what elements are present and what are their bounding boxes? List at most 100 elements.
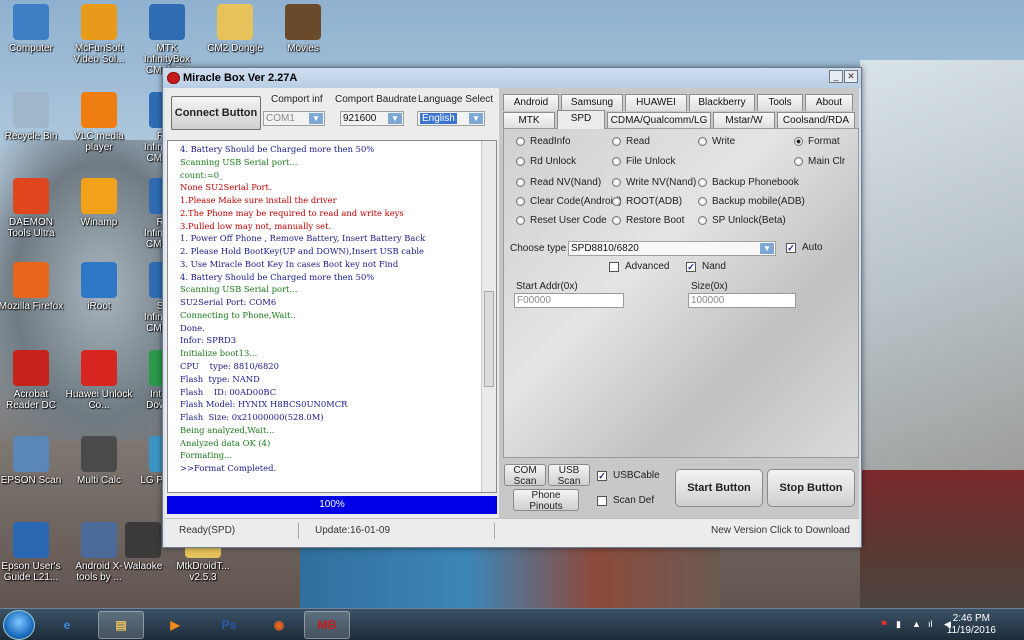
size-input[interactable]: 100000 <box>688 293 796 308</box>
close-button[interactable]: ✕ <box>844 70 858 83</box>
radio-backup-mobile-adb-[interactable]: Backup mobile(ADB) <box>698 196 805 207</box>
comport-select[interactable]: COM1 ▼ <box>263 111 325 126</box>
nand-checkbox[interactable]: ✓ Nand <box>686 261 726 272</box>
scroll-thumb[interactable] <box>484 291 494 387</box>
radio-read[interactable]: Read <box>612 136 650 147</box>
desktop-icon[interactable]: Mozilla Firefox <box>0 262 65 312</box>
tab-samsung[interactable]: Samsung <box>561 94 623 111</box>
start-button-windows-icon[interactable] <box>3 610 35 640</box>
signal-icon[interactable]: ıl <box>928 619 938 629</box>
baudrate-select[interactable]: 921600 ▼ <box>340 111 404 126</box>
flag-icon[interactable]: ⚑ <box>880 619 890 629</box>
ie-icon[interactable]: e <box>44 611 90 639</box>
phone-pinouts-button[interactable]: Phone Pinouts <box>513 489 579 512</box>
radio-label: Read NV(Nand) <box>530 177 602 188</box>
up-arrow-icon[interactable]: ▲ <box>912 619 922 629</box>
desktop-icon-label: DAEMON Tools Ultra <box>7 217 55 239</box>
desktop-icon[interactable]: VLC media player <box>65 92 133 153</box>
choose-type-select[interactable]: SPD8810/6820 ▼ <box>568 241 776 256</box>
start-button[interactable]: Start Button <box>675 469 763 507</box>
radio-format[interactable]: Format <box>794 136 840 147</box>
log-scrollbar[interactable] <box>481 141 496 492</box>
desktop-icon[interactable]: Acrobat Reader DC <box>0 350 65 411</box>
tab-about[interactable]: About <box>805 94 853 111</box>
desktop-icon[interactable]: MTK InfinityBox CM2MTK <box>133 4 201 76</box>
daemon-tools-icon <box>13 178 49 214</box>
checkbox-empty-icon <box>597 495 607 506</box>
radio-write-nv-nand-[interactable]: Write NV(Nand) <box>612 177 696 188</box>
radio-main-clr[interactable]: Main Clr <box>794 156 845 167</box>
tab-mstar-w[interactable]: Mstar/W <box>713 112 775 129</box>
desktop-icon[interactable]: EPSON Scan <box>0 436 65 486</box>
desktop-icon[interactable]: Epson User's Guide L21... <box>0 522 65 583</box>
radio-sp-unlock-beta-[interactable]: SP Unlock(Beta) <box>698 215 786 226</box>
clock-time: 2:46 PM <box>952 613 990 624</box>
radio-clear-code-android-[interactable]: Clear Code(Android) <box>516 196 622 207</box>
start-addr-input[interactable]: F00000 <box>514 293 624 308</box>
log-output[interactable]: 4. Battery Should be Charged more then 5… <box>167 140 497 493</box>
minimize-button[interactable]: _ <box>829 70 843 83</box>
desktop-icon[interactable]: CM2 Dongle <box>201 4 269 54</box>
tab-android[interactable]: Android <box>503 94 559 111</box>
radio-empty-icon <box>698 137 707 146</box>
radio-label: Restore Boot <box>626 215 685 226</box>
tab-coolsand-rda[interactable]: Coolsand/RDA <box>777 112 855 129</box>
desktop-icon-label: Huawei Unlock Co... <box>65 389 133 411</box>
firefox-icon[interactable]: ◉ <box>256 611 302 639</box>
tab-spd[interactable]: SPD <box>557 110 605 129</box>
winamp-icon <box>81 178 117 214</box>
vlc-icon <box>81 92 117 128</box>
log-line: Flash Model: HYNIX H8BCS0UN0MCR <box>180 399 348 410</box>
radio-file-unlock[interactable]: File Unlock <box>612 156 675 167</box>
desktop-icon[interactable]: DAEMON Tools Ultra <box>0 178 65 239</box>
desktop-icon[interactable]: iRoot <box>65 262 133 312</box>
desktop-icon[interactable]: Recycle Bin <box>0 92 65 142</box>
title-bar[interactable]: Miracle Box Ver 2.27A _ ✕ <box>163 68 861 88</box>
desktop-icon[interactable]: Computer <box>0 4 65 54</box>
log-line: 3. Use Miracle Boot Key In cases Boot ke… <box>180 258 399 269</box>
usbcable-checkbox[interactable]: ✓ USBCable <box>597 470 660 481</box>
desktop-icon[interactable]: Movies <box>269 4 337 54</box>
folder-icon <box>217 4 253 40</box>
network-icon[interactable]: ▮ <box>896 619 906 629</box>
connect-button[interactable]: Connect Button <box>171 96 261 130</box>
desktop-icon[interactable]: Winamp <box>65 178 133 228</box>
scan-def-label: Scan Def <box>613 495 655 506</box>
radio-label: SP Unlock(Beta) <box>712 215 786 226</box>
radio-restore-boot[interactable]: Restore Boot <box>612 215 684 226</box>
log-line: SU2Serial Port: COM6 <box>180 297 277 308</box>
radio-backup-phonebook[interactable]: Backup Phonebook <box>698 177 799 188</box>
scan-def-checkbox[interactable]: Scan Def <box>597 495 654 506</box>
miracle-box-icon[interactable]: MB <box>304 611 350 639</box>
desktop-icon[interactable]: McFunSoft Video Sol... <box>65 4 133 65</box>
advanced-checkbox[interactable]: Advanced <box>609 261 669 272</box>
tab-blackberry[interactable]: Blackberry <box>689 94 755 111</box>
radio-read-nv-nand-[interactable]: Read NV(Nand) <box>516 177 601 188</box>
epson-scan-icon <box>13 436 49 472</box>
tab-mtk[interactable]: MTK <box>503 112 555 129</box>
tab-tools[interactable]: Tools <box>757 94 803 111</box>
stop-button[interactable]: Stop Button <box>767 469 855 507</box>
radio-label: Reset User Code <box>530 215 607 226</box>
explorer-icon[interactable]: ▤ <box>98 611 144 639</box>
tab-cdma-qualcomm-lg[interactable]: CDMA/Qualcomm/LG <box>607 112 711 129</box>
computer-icon <box>13 4 49 40</box>
new-version-link[interactable]: New Version Click to Download <box>711 523 861 539</box>
radio-readinfo[interactable]: ReadInfo <box>516 136 571 147</box>
radio-label: Read <box>626 136 650 147</box>
desktop-icon[interactable]: Multi Calc <box>65 436 133 486</box>
radio-root-adb-[interactable]: ROOT(ADB) <box>612 196 682 207</box>
radio-reset-user-code[interactable]: Reset User Code <box>516 215 607 226</box>
media-player-icon[interactable]: ▶ <box>152 611 198 639</box>
radio-write[interactable]: Write <box>698 136 735 147</box>
photoshop-icon[interactable]: Ps <box>206 611 252 639</box>
radio-rd-unlock[interactable]: Rd Unlock <box>516 156 576 167</box>
start-addr-label: Start Addr(0x) <box>516 281 578 292</box>
desktop-icon[interactable]: Huawei Unlock Co... <box>65 350 133 411</box>
clock[interactable]: 2:46 PM 11/19/2016 <box>947 613 996 637</box>
tab-huawei[interactable]: HUAWEI <box>625 94 687 111</box>
language-select[interactable]: English ▼ <box>417 111 485 126</box>
auto-checkbox[interactable]: ✓ Auto <box>786 242 823 253</box>
com-scan-button[interactable]: COM Scan <box>504 464 546 487</box>
usb-scan-button[interactable]: USB Scan <box>548 464 590 487</box>
